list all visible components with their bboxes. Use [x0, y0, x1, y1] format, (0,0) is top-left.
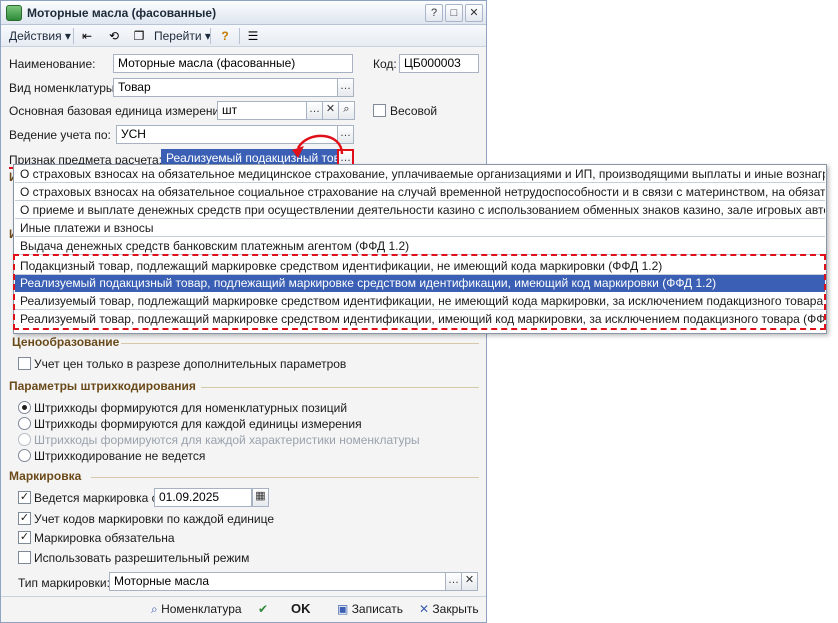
kind-select-button[interactable]: …	[337, 78, 354, 97]
barcode-option-radio[interactable]	[18, 417, 31, 430]
close-window-button[interactable]: ✕	[465, 4, 483, 22]
actions-label: Действия	[9, 29, 62, 43]
nomenclature-button[interactable]: ⌕ Номенклатура	[151, 602, 242, 617]
highlight-box	[13, 254, 826, 330]
weight-label: Весовой	[390, 104, 438, 118]
marking-type-clear-icon[interactable]: ✕	[461, 572, 478, 591]
accounting-label: Ведение учета по:	[9, 128, 111, 142]
list-icon[interactable]: ☰	[244, 27, 262, 45]
dropdown-item[interactable]: О приеме и выплате денежных средств при …	[15, 202, 825, 219]
title-bar: Моторные масла (фасованные) ? □ ✕	[1, 1, 486, 25]
marking-since-label: Ведется маркировка с	[34, 491, 158, 505]
pricing-section-title: Ценообразование	[12, 335, 120, 349]
kind-label: Вид номенклатуры:	[9, 81, 118, 95]
close-icon: ✕	[419, 602, 430, 616]
copy-icon[interactable]: ❐	[130, 27, 148, 45]
marking-section-title: Маркировка	[9, 469, 82, 483]
marking-type-label: Тип маркировки:	[18, 576, 110, 590]
footer-bar: ⌕ Номенклатура ✔ OK ▣ Записать ✕ Закрыть	[1, 596, 486, 622]
barcode-option-radio[interactable]	[18, 401, 31, 414]
marking-since-checkbox[interactable]: ✓	[18, 491, 31, 504]
section-divider	[201, 387, 479, 388]
check-icon[interactable]: ✔	[258, 602, 268, 616]
marking-required-label: Маркировка обязательна	[34, 531, 175, 545]
save-label: Записать	[351, 602, 403, 616]
dropdown-item[interactable]: О страховых взносах на обязательное меди…	[15, 166, 825, 183]
marking-required-checkbox[interactable]: ✓	[18, 531, 31, 544]
arrow-curve	[296, 134, 344, 155]
permit-mode-label: Использовать разрешительный режим	[34, 551, 250, 565]
weight-checkbox[interactable]	[373, 104, 386, 117]
unit-search-icon[interactable]: ⌕	[338, 101, 355, 120]
unit-select-button[interactable]: …	[306, 101, 323, 120]
toolbar-separator	[73, 28, 74, 44]
toolbar-separator	[239, 28, 240, 44]
code-label: Код:	[373, 57, 397, 71]
section-divider	[121, 343, 479, 344]
maximize-button[interactable]: □	[445, 4, 463, 22]
magnifier-icon: ⌕	[151, 602, 158, 616]
toolbar: Действия ▾ ⇤ ⟲ ❐ Перейти ▾ ? ☰	[1, 25, 486, 47]
annotation-arrow	[292, 134, 344, 158]
nomenclature-label: Номенклатура	[161, 602, 242, 616]
dropdown-item[interactable]: О страховых взносах на обязательное соци…	[15, 184, 825, 201]
unit-label: Основная базовая единица измерения:	[9, 104, 230, 118]
barcode-option-label: Штрихкоды формируются для номенклатурных…	[34, 401, 348, 415]
ok-button[interactable]: OK	[291, 601, 311, 616]
barcode-section-title: Параметры штрихкодирования	[9, 379, 196, 393]
calendar-icon[interactable]: ▦	[252, 488, 269, 507]
goto-label: Перейти	[154, 29, 202, 43]
actions-menu[interactable]: Действия ▾	[9, 28, 71, 44]
marking-codes-label: Учет кодов маркировки по каждой единице	[34, 512, 275, 526]
window-title: Моторные масла (фасованные)	[27, 6, 217, 20]
help-window-button[interactable]: ?	[425, 4, 443, 22]
refresh-icon[interactable]: ⟲	[105, 27, 123, 45]
close-button[interactable]: ✕ Закрыть	[419, 602, 479, 616]
marking-date-input[interactable]: 01.09.2025	[154, 488, 252, 507]
unit-clear-icon[interactable]: ✕	[322, 101, 339, 120]
disk-icon: ▣	[337, 602, 349, 616]
close-label: Закрыть	[432, 602, 479, 616]
post-icon[interactable]: ⇤	[78, 27, 96, 45]
name-input[interactable]: Моторные масла (фасованные)	[113, 54, 353, 73]
name-label: Наименование:	[9, 57, 96, 71]
pricing-params-checkbox[interactable]	[18, 357, 31, 370]
code-input[interactable]: ЦБ000003	[399, 54, 479, 73]
barcode-option-radio	[18, 433, 31, 446]
marking-codes-checkbox[interactable]: ✓	[18, 512, 31, 525]
save-button[interactable]: ▣ Записать	[337, 602, 403, 616]
marking-type-select-button[interactable]: …	[445, 572, 462, 591]
section-divider	[91, 477, 479, 478]
toolbar-separator	[210, 28, 211, 44]
kind-input[interactable]: Товар	[113, 78, 338, 97]
permit-mode-checkbox[interactable]	[18, 551, 31, 564]
dropdown-item[interactable]: Иные платежи и взносы	[15, 220, 825, 237]
goto-menu[interactable]: Перейти ▾	[154, 28, 211, 44]
barcode-option-radio[interactable]	[18, 449, 31, 462]
app-icon	[6, 5, 22, 21]
pricing-params-label: Учет цен только в разрезе дополнительных…	[34, 357, 347, 371]
marking-type-input[interactable]: Моторные масла	[109, 572, 446, 591]
barcode-option-label: Штрихкоды формируются для каждой единицы…	[34, 417, 362, 431]
unit-input[interactable]: шт	[217, 101, 307, 120]
help-icon[interactable]: ?	[216, 27, 234, 45]
barcode-option-label: Штрихкодирование не ведется	[34, 449, 206, 463]
dropdown-item[interactable]: Выдача денежных средств банковским плате…	[15, 238, 825, 255]
barcode-option-label: Штрихкоды формируются для каждой характе…	[34, 433, 420, 447]
